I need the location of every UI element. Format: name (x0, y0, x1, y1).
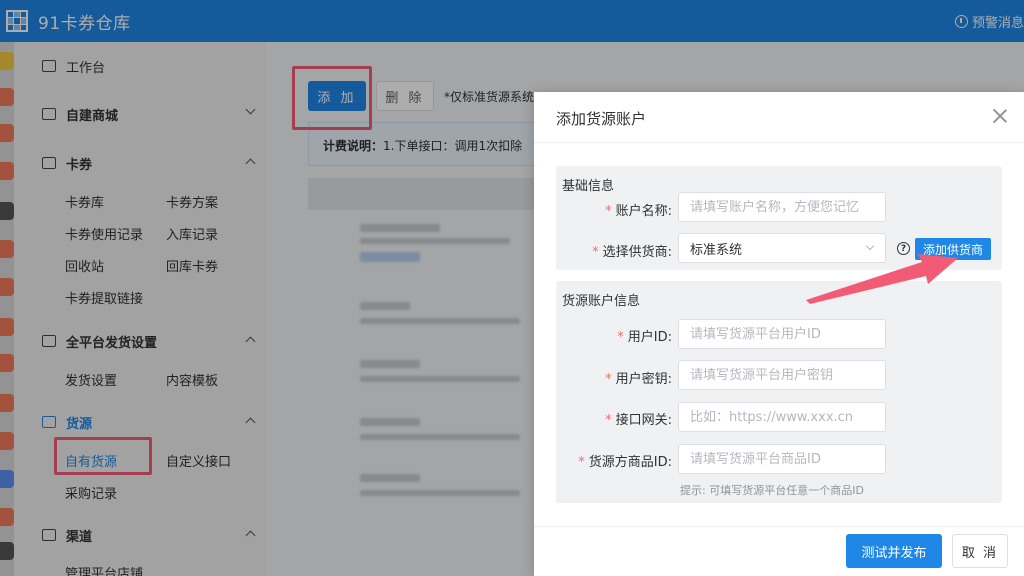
supplier-value: 标准系统 (690, 242, 743, 258)
product-id-label: * 货源方商品ID: (578, 455, 672, 470)
account-name-input[interactable] (678, 192, 886, 222)
product-id-hint: 提示: 可填写货源平台任意一个商品ID (680, 484, 864, 497)
supplier-label: * 选择供货商: (592, 245, 672, 260)
close-icon[interactable] (992, 108, 1008, 124)
product-id-input[interactable] (678, 444, 886, 474)
user-id-input[interactable] (678, 319, 886, 349)
supplier-select[interactable]: 标准系统 (678, 233, 886, 263)
add-supplier-button[interactable]: 添加供货商 (915, 238, 992, 260)
account-name-label: * 账户名称: (605, 204, 672, 219)
dialog-title: 添加货源账户 (556, 110, 647, 128)
user-id-label: * 用户ID: (617, 330, 672, 345)
test-and-publish-button[interactable]: 测试并发布 (846, 534, 942, 568)
user-secret-label: * 用户密钥: (605, 372, 672, 387)
add-source-account-dialog: 添加货源账户 基础信息 *账户名称: *选择供货商: 标准系统 ? 添加供货商 … (534, 92, 1024, 576)
user-secret-input[interactable] (678, 360, 886, 390)
gateway-label: * 接口网关: (605, 413, 672, 428)
section-title: 货源账户信息 (562, 294, 641, 309)
divider (534, 142, 1024, 143)
chevron-down-icon (865, 241, 875, 251)
section-title: 基础信息 (562, 179, 615, 194)
divider (534, 526, 1024, 527)
gateway-input[interactable] (678, 402, 886, 432)
cancel-button[interactable]: 取 消 (952, 534, 1008, 568)
question-circle-icon[interactable]: ? (897, 242, 910, 255)
